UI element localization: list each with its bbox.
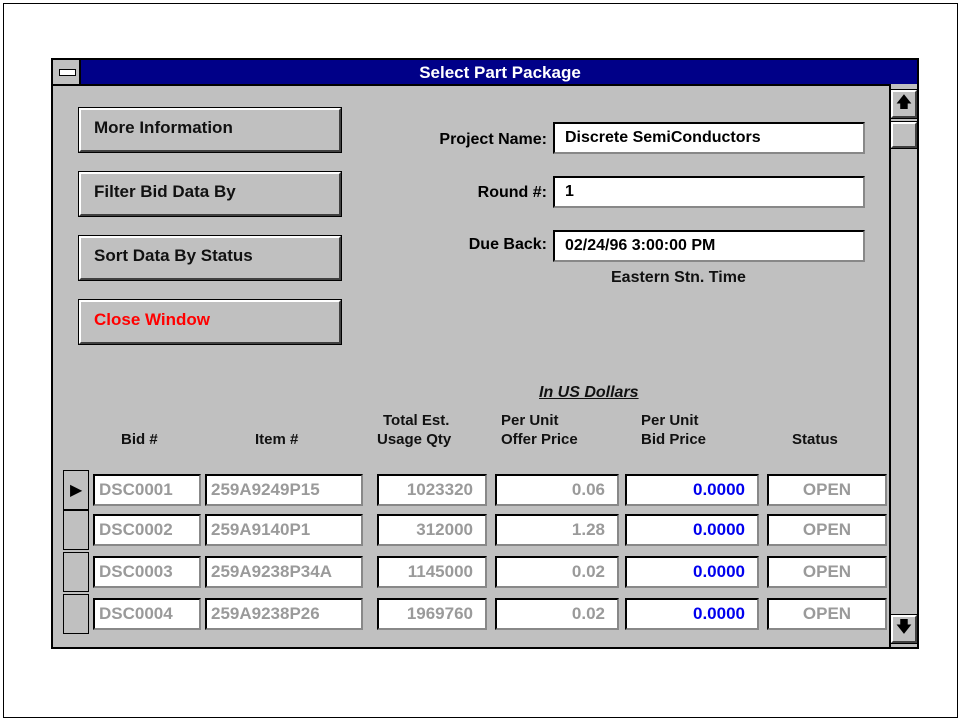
cell-item[interactable]: 259A9249P15 xyxy=(205,474,363,506)
cell-item[interactable]: 259A9238P26 xyxy=(205,598,363,630)
row-selector[interactable] xyxy=(63,552,89,592)
sort-by-status-button[interactable]: Sort Data By Status xyxy=(78,235,342,281)
system-menu-icon xyxy=(59,69,76,76)
col-header-bidprice-line2: Bid Price xyxy=(641,431,707,448)
col-header-item: Item # xyxy=(255,431,299,448)
cell-bid-price[interactable]: 0.0000 xyxy=(625,514,759,546)
due-back-field[interactable]: 02/24/96 3:00:00 PM xyxy=(553,230,865,262)
scroll-down-button[interactable]: 🡇 xyxy=(890,614,918,644)
cell-status[interactable]: OPEN xyxy=(767,474,887,506)
cell-status[interactable]: OPEN xyxy=(767,514,887,546)
cell-item[interactable]: 259A9238P34A xyxy=(205,556,363,588)
col-header-usage-line2: Usage Qty xyxy=(377,431,452,448)
col-header-bid: Bid # xyxy=(121,431,158,448)
row-selector[interactable]: ▶ xyxy=(63,470,89,510)
window-title: Select Part Package xyxy=(419,63,581,82)
cell-status[interactable]: OPEN xyxy=(767,556,887,588)
bid-grid: ▶ DSC0001 259A9249P15 1023320 0.06 0.000… xyxy=(63,470,889,640)
col-header-offer-line1: Per Unit xyxy=(501,412,559,429)
col-header-status: Status xyxy=(792,431,838,448)
col-header-usage-line1: Total Est. xyxy=(383,412,450,429)
cell-offer-price[interactable]: 0.02 xyxy=(495,556,619,588)
project-name-field[interactable]: Discrete SemiConductors xyxy=(553,122,865,154)
cell-usage-qty[interactable]: 1023320 xyxy=(377,474,487,506)
cell-usage-qty[interactable]: 312000 xyxy=(377,514,487,546)
cell-bid[interactable]: DSC0001 xyxy=(93,474,201,506)
cell-offer-price[interactable]: 0.06 xyxy=(495,474,619,506)
up-arrow-icon: 🡅 xyxy=(895,94,913,111)
round-label: Round #: xyxy=(477,184,547,201)
cell-bid-price[interactable]: 0.0000 xyxy=(625,598,759,630)
cell-item[interactable]: 259A9140P1 xyxy=(205,514,363,546)
timezone-note: Eastern Stn. Time xyxy=(611,269,746,286)
cell-offer-price[interactable]: 0.02 xyxy=(495,598,619,630)
cell-offer-price[interactable]: 1.28 xyxy=(495,514,619,546)
cell-bid[interactable]: DSC0002 xyxy=(93,514,201,546)
round-field[interactable]: 1 xyxy=(553,176,865,208)
down-arrow-icon: 🡇 xyxy=(895,619,913,636)
cell-usage-qty[interactable]: 1145000 xyxy=(377,556,487,588)
title-bar: Select Part Package xyxy=(53,60,917,86)
cell-bid[interactable]: DSC0004 xyxy=(93,598,201,630)
col-header-offer-line2: Offer Price xyxy=(501,431,578,448)
select-part-package-window: Select Part Package More Information Fil… xyxy=(51,58,919,649)
cell-bid-price[interactable]: 0.0000 xyxy=(625,556,759,588)
cell-bid-price[interactable]: 0.0000 xyxy=(625,474,759,506)
cell-usage-qty[interactable]: 1969760 xyxy=(377,598,487,630)
vertical-scrollbar[interactable]: 🡅 🡇 xyxy=(889,84,918,647)
due-back-label: Due Back: xyxy=(468,236,547,253)
row-selector[interactable] xyxy=(63,594,89,634)
filter-bid-data-button[interactable]: Filter Bid Data By xyxy=(78,171,342,217)
row-selector[interactable] xyxy=(63,510,89,550)
system-menu-button[interactable] xyxy=(53,60,81,84)
col-header-bidprice-line1: Per Unit xyxy=(641,412,699,429)
close-window-button[interactable]: Close Window xyxy=(78,299,342,345)
currency-note: In US Dollars xyxy=(539,384,639,401)
scroll-up-button[interactable]: 🡅 xyxy=(890,89,918,119)
more-information-button[interactable]: More Information xyxy=(78,107,342,153)
cell-bid[interactable]: DSC0003 xyxy=(93,556,201,588)
scroll-thumb[interactable] xyxy=(890,121,918,149)
project-name-label: Project Name: xyxy=(439,131,547,148)
cell-status[interactable]: OPEN xyxy=(767,598,887,630)
current-row-icon: ▶ xyxy=(70,482,83,499)
